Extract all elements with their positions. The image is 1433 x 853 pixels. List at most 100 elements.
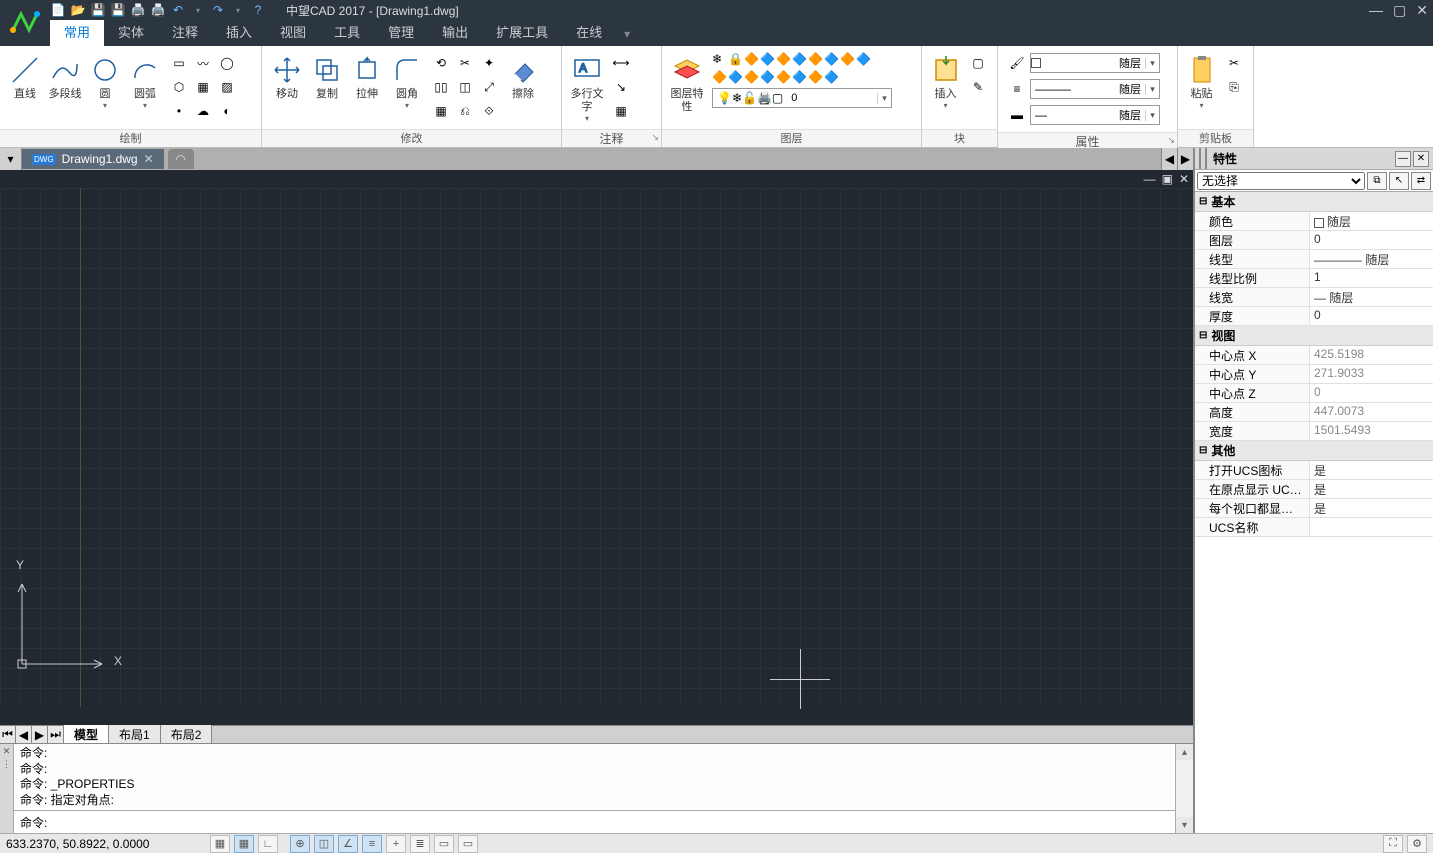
cycle-toggle[interactable]: ▭ [434,835,454,853]
prop-row[interactable]: 线型———— 随层 [1195,250,1433,269]
prop-row[interactable]: 线宽— 随层 [1195,288,1433,307]
otrack-toggle[interactable]: ∠ [338,835,358,853]
prop-row[interactable]: 厚度0 [1195,307,1433,326]
lwt-toggle[interactable]: ≡ [362,835,382,853]
saveas-icon[interactable]: 💾 [110,2,126,18]
layout-last-icon[interactable]: ⏭ [48,726,64,744]
annotate-launcher-icon[interactable]: ↘ [651,132,659,143]
hatch-icon[interactable]: ▦ [192,76,214,98]
panel-minimize-icon[interactable]: — [1395,151,1411,167]
matchprop-icon[interactable]: 🖌 [1006,52,1028,74]
polar-toggle[interactable]: ⊕ [290,835,310,853]
prop-row[interactable]: 颜色随层 [1195,212,1433,231]
close-button[interactable]: ✕ [1416,2,1428,19]
prop-value[interactable]: 0 [1310,384,1433,402]
document-tab-close-icon[interactable]: ✕ [144,152,154,166]
minimize-button[interactable]: — [1369,2,1383,19]
fullscreen-icon[interactable]: ⛶ [1383,835,1403,853]
undo-dropdown-icon[interactable]: ▾ [190,2,206,18]
quickselect-icon[interactable]: ⧉ [1367,172,1387,190]
prop-value[interactable]: 425.5198 [1310,346,1433,364]
open-icon[interactable]: 📂 [70,2,86,18]
mirror-icon[interactable]: ▯▯ [430,76,452,98]
tab-extend[interactable]: 扩展工具 [482,17,562,46]
command-scrollbar[interactable]: ▴ ▾ [1175,744,1193,833]
tab-annotate[interactable]: 注释 [158,17,212,46]
polyline-button[interactable]: 多段线 [46,50,84,101]
layout-tab-2[interactable]: 布局2 [161,725,213,744]
command-grip-icon[interactable]: ⋮ [2,759,11,770]
tab-insert[interactable]: 插入 [212,17,266,46]
polygon-icon[interactable]: ⬡ [168,76,190,98]
move-button[interactable]: 移动 [268,50,306,101]
prop-row[interactable]: UCS名称 [1195,518,1433,537]
dyn-toggle[interactable]: + [386,835,406,853]
print-icon[interactable]: 🖨️ [130,2,146,18]
lineweight-icon[interactable]: ▬ [1006,104,1028,126]
customize-status-icon[interactable]: ⚙ [1407,835,1427,853]
new-tab-button[interactable]: ◠ [168,149,194,169]
leader-icon[interactable]: ↘ [610,76,632,98]
prop-row[interactable]: 中心点 Y271.9033 [1195,365,1433,384]
document-tab[interactable]: DWG Drawing1.dwg ✕ [22,149,164,169]
spline-icon[interactable]: 〰 [192,52,214,74]
new-icon[interactable]: 📄 [50,2,66,18]
circle-button[interactable]: 圆▾ [86,50,124,110]
prop-value[interactable]: 随层 [1310,212,1433,230]
scroll-up-icon[interactable]: ▴ [1176,744,1193,760]
gradient-icon[interactable]: ▨ [216,76,238,98]
prop-value[interactable]: 1 [1310,269,1433,287]
trim-icon[interactable]: ✂ [454,52,476,74]
layout-first-icon[interactable]: ⏮ [0,726,16,744]
offset-icon[interactable]: ◫ [454,76,476,98]
tabs-dropdown-icon[interactable]: ▾ [616,22,638,46]
prop-value[interactable]: 是 [1310,499,1433,517]
prop-value[interactable]: 是 [1310,461,1433,479]
scroll-down-icon[interactable]: ▾ [1176,817,1193,833]
properties-grid[interactable]: ⊟ 基本颜色随层图层0线型———— 随层线型比例1线宽— 随层厚度0⊟ 视图中心… [1195,192,1433,833]
region-icon[interactable]: ◐ [216,100,238,122]
panel-grip-icon[interactable] [1199,148,1207,169]
paste-button[interactable]: 粘贴▾ [1184,50,1219,110]
insert-block-button[interactable]: 插入▾ [928,50,963,110]
doctab-menu-icon[interactable]: ▾ [0,148,22,170]
prop-row[interactable]: 打开UCS图标是 [1195,461,1433,480]
collapse-icon[interactable]: ⊟ [1199,330,1207,341]
prop-category[interactable]: ⊟ 基本 [1195,192,1433,212]
scroll-left-icon[interactable]: ◀ [1161,148,1177,170]
explode-icon[interactable]: ✦ [478,52,500,74]
grid-toggle[interactable]: ▦ [234,835,254,853]
mdi-restore-icon[interactable]: ▣ [1162,172,1173,186]
prop-value[interactable]: ———— 随层 [1310,250,1433,268]
copy-button[interactable]: 复制 [308,50,346,101]
prop-value[interactable]: 447.0073 [1310,403,1433,421]
undo-icon[interactable]: ↶ [170,2,186,18]
layout-prev-icon[interactable]: ◀ [16,726,32,744]
ortho-toggle[interactable]: ∟ [258,835,278,853]
redo-icon[interactable]: ↷ [210,2,226,18]
prop-value[interactable]: 0 [1310,307,1433,325]
edit-block-icon[interactable]: ✎ [967,76,989,98]
layout-tab-1[interactable]: 布局1 [109,725,161,744]
cut-icon[interactable]: ✂ [1223,52,1245,74]
layer-combo[interactable]: 💡❄🔓🖨️▢0▾ [712,88,892,108]
command-close-icon[interactable]: ✕ [3,746,11,757]
prop-row[interactable]: 图层0 [1195,231,1433,250]
layer-properties-button[interactable]: 图层特性 [668,50,706,114]
point-icon[interactable]: • [168,100,190,122]
copy-clip-icon[interactable]: ⎘ [1223,76,1245,98]
collapse-icon[interactable]: ⊟ [1199,196,1207,207]
stretch-button[interactable]: 拉伸 [348,50,386,101]
collapse-icon[interactable]: ⊟ [1199,445,1207,456]
prop-value[interactable]: 0 [1310,231,1433,249]
snap-toggle[interactable]: ▦ [210,835,230,853]
tab-view[interactable]: 视图 [266,17,320,46]
linetype-combo[interactable]: ———随层▾ [1030,79,1160,99]
layer-freeze-icon[interactable]: ❄ [712,52,726,66]
prop-row[interactable]: 高度447.0073 [1195,403,1433,422]
rotate-icon[interactable]: ⟲ [430,52,452,74]
prop-value[interactable]: — 随层 [1310,288,1433,306]
join-icon[interactable]: ⟐ [478,100,500,122]
panel-close-icon[interactable]: ✕ [1413,151,1429,167]
toggle-pickadd-icon[interactable]: ⇄ [1411,172,1431,190]
